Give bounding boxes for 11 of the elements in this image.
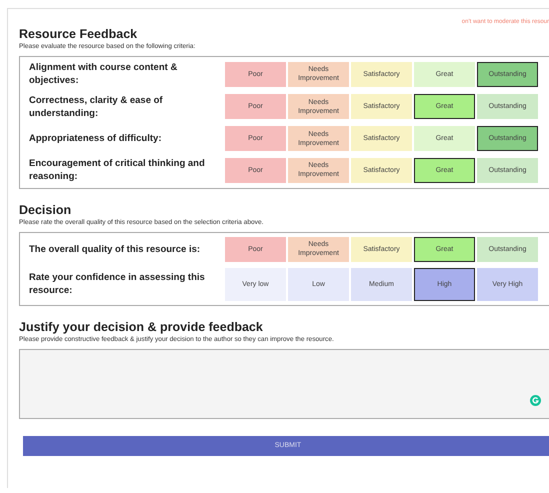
grammar-check-icon[interactable]	[530, 394, 541, 406]
criterion-label: Correctness, clarity & ease of understanding:	[28, 94, 164, 120]
criterion-label: Alignment with course content & objectives:	[28, 61, 178, 88]
criterion-label: Encouragement of critical thinking and reasoning:	[28, 157, 206, 184]
feedback-field[interactable]	[19, 348, 549, 419]
section-heading: Justify your decision & provide feedback	[19, 320, 264, 334]
criterion-label: Rate your confidence in assessing this resource:	[28, 270, 206, 298]
section-heading: Decision	[19, 202, 72, 217]
criterion-label: Appropriateness of difficulty:	[28, 132, 162, 146]
section-heading: Resource Feedback	[19, 27, 138, 41]
criterion-label: The overall quality of this resource is:	[28, 242, 202, 256]
